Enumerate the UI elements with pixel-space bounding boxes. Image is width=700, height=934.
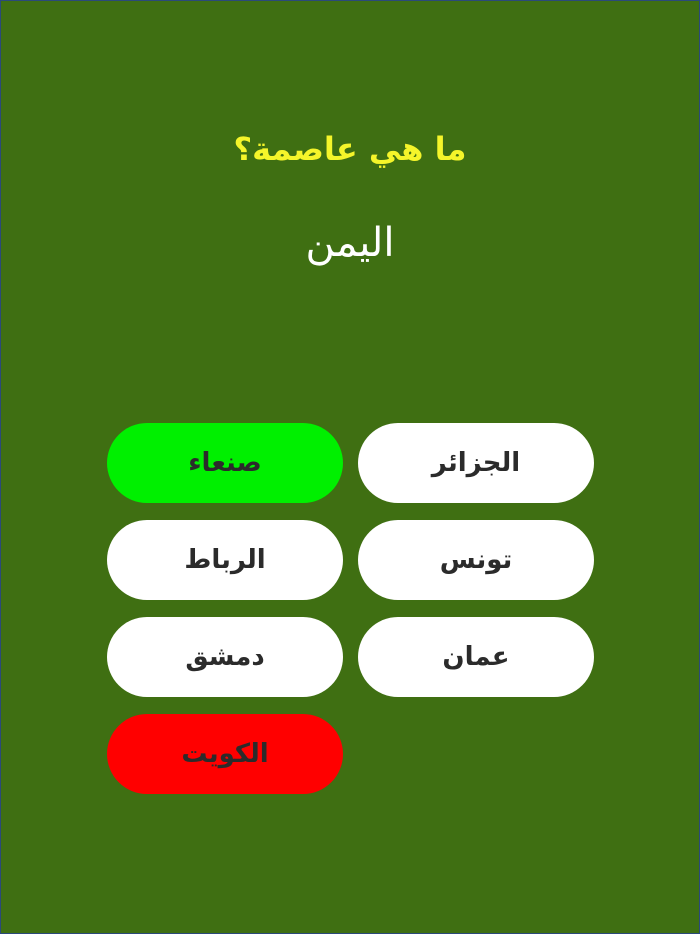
answer-button-tunis[interactable]: تونس	[358, 520, 594, 600]
answer-button-sanaa[interactable]: صنعاء	[107, 423, 343, 503]
answer-button-damascus[interactable]: دمشق	[107, 617, 343, 697]
country-name: اليمن	[305, 220, 395, 266]
answer-button-algiers[interactable]: الجزائر	[358, 423, 594, 503]
answer-button-amman[interactable]: عمان	[358, 617, 594, 697]
question-title: ما هي عاصمة؟	[233, 130, 467, 168]
answer-button-kuwait[interactable]: الكويت	[107, 714, 343, 794]
answer-button-rabat[interactable]: الرباط	[107, 520, 343, 600]
quiz-screen: ما هي عاصمة؟ اليمن الجزائر صنعاء تونس ال…	[0, 0, 700, 934]
